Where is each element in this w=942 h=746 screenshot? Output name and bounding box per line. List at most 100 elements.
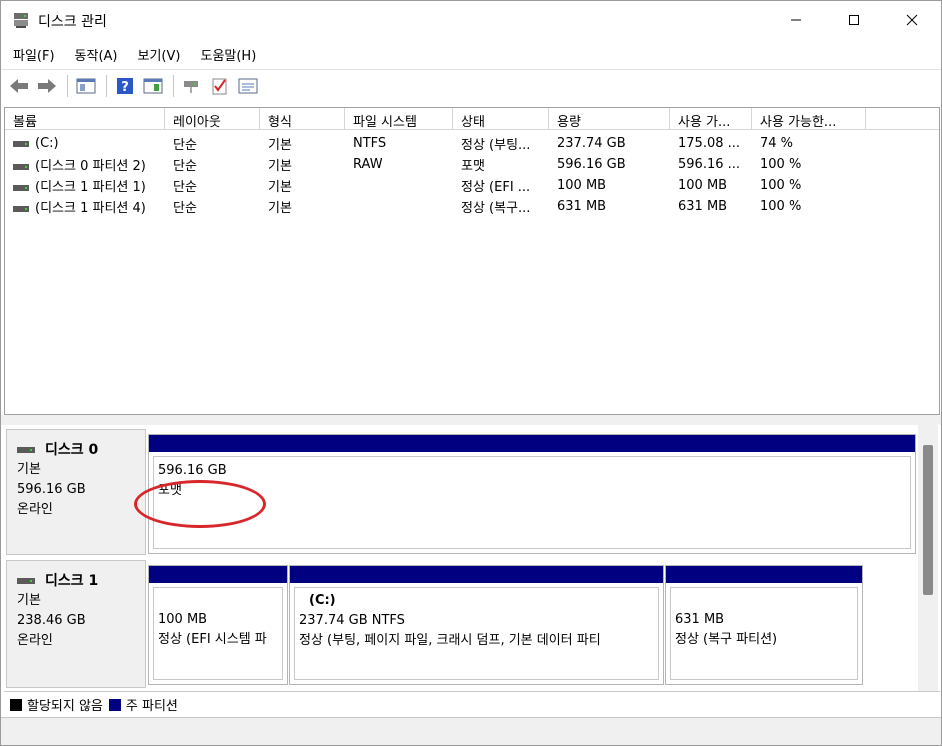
volume-capacity: 596.16 GB [557,157,626,172]
volume-filesystem: NTFS [353,136,387,151]
partition-size: 100 MB [158,612,208,627]
volume-list-button[interactable] [236,74,260,98]
volume-type: 기본 [268,180,292,195]
volume-free-space: 596.16 ... [678,157,741,172]
annotation-circle [134,480,266,528]
close-icon [906,14,918,26]
partition-title: (C:) [309,593,336,608]
properties-button[interactable] [141,74,165,98]
partition-size: 237.74 GB NTFS [299,613,405,628]
disk-0-label[interactable]: 디스크 0 기본 596.16 GB 온라인 [6,429,146,555]
status-bar [1,717,941,745]
disk-name: 디스크 1 [45,573,99,589]
window-title: 디스크 관리 [38,14,107,30]
maximize-button[interactable] [825,1,883,39]
partition-color-bar [149,435,915,452]
partition-status: 정상 (부팅, 페이지 파일, 크래시 덤프, 기본 데이터 파티 [299,633,601,648]
legend-swatch-unallocated [10,698,22,711]
disk-icon [17,578,35,584]
volume-percent-free: 100 % [760,199,802,214]
disk-type: 기본 [17,593,41,608]
disk-1-partition-efi[interactable]: 100 MB 정상 (EFI 시스템 파 [148,565,288,685]
check-disk-button[interactable] [208,74,232,98]
volume-capacity: 631 MB [557,199,607,214]
disk-1-partition-recovery[interactable]: 631 MB 정상 (복구 파티션) [665,565,863,685]
minimize-button[interactable] [767,1,825,39]
volume-icon [13,205,29,212]
volume-layout: 단순 [173,201,197,216]
volume-type: 기본 [268,138,292,153]
column-header-layout[interactable]: 레이아웃 [165,108,260,130]
volume-free-space: 100 MB [678,178,728,193]
disk-type: 기본 [17,462,41,477]
disk-size: 596.16 GB [17,482,86,497]
connect-disk-button[interactable] [180,74,204,98]
column-header-filesystem[interactable]: 파일 시스템 [345,108,453,130]
column-header-percent-free[interactable]: 사용 가능한... [752,108,866,130]
help-icon: ? [117,77,133,95]
column-header-status[interactable]: 상태 [453,108,549,130]
partition-status: 정상 (EFI 시스템 파 [158,632,267,647]
table-row[interactable]: (C:) 단순 기본 NTFS 정상 (부팅... 237.74 GB 175.… [5,133,939,154]
legend: 할당되지 않음 주 파티션 [4,691,940,717]
disk-status: 온라인 [17,502,53,517]
partition-size: 631 MB [675,612,725,627]
volume-list[interactable]: 볼륨 레이아웃 형식 파일 시스템 상태 용량 사용 가... 사용 가능한..… [4,107,940,415]
volume-layout: 단순 [173,138,197,153]
vertical-scrollbar[interactable] [918,425,938,691]
console-tree-button[interactable] [74,74,98,98]
disk-name: 디스크 0 [45,442,99,458]
volume-icon [13,184,29,191]
partition-color-bar [290,566,663,583]
volume-free-space: 631 MB [678,199,728,214]
close-button[interactable] [883,1,941,39]
column-header-capacity[interactable]: 용량 [549,108,670,130]
disk-1-label[interactable]: 디스크 1 기본 238.46 GB 온라인 [6,560,146,688]
volume-capacity: 237.74 GB [557,136,626,151]
toolbar-separator [173,74,174,97]
volume-name: (디스크 1 파티션 1) [35,180,146,195]
disk-management-window: 디스크 관리 파일(F) 동작(A) 보기(V) 도움말(H) ? 볼륨 레이아… [0,0,942,746]
column-header-free-space[interactable]: 사용 가... [670,108,752,130]
legend-label-primary: 주 파티션 [125,699,178,714]
toolbar-separator [67,74,68,97]
partition-status: 포맷 [158,483,182,498]
volume-rows: (C:) 단순 기본 NTFS 정상 (부팅... 237.74 GB 175.… [5,133,939,217]
table-row[interactable]: (디스크 1 파티션 4) 단순 기본 정상 (복구... 631 MB 631… [5,196,939,217]
menu-action[interactable]: 동작(A) [63,41,126,67]
disk-management-icon [14,13,28,28]
volume-status: 포맷 [461,159,485,174]
pane-splitter[interactable] [1,415,941,425]
disk-icon [17,447,35,453]
back-button[interactable] [7,74,31,98]
svg-text:?: ? [121,80,129,95]
partition-status: 정상 (복구 파티션) [675,632,778,647]
disk-1-partition-c[interactable]: (C:) 237.74 GB NTFS 정상 (부팅, 페이지 파일, 크래시 … [289,565,664,685]
menu-view[interactable]: 보기(V) [126,41,189,67]
table-row[interactable]: (디스크 0 파티션 2) 단순 기본 RAW 포맷 596.16 GB 596… [5,154,939,175]
volume-percent-free: 100 % [760,157,802,172]
forward-button[interactable] [35,74,59,98]
column-header-volume[interactable]: 볼륨 [5,108,165,130]
properties-icon [143,78,163,93]
menu-file[interactable]: 파일(F) [1,41,63,67]
volume-name: (C:) [35,136,59,151]
partition-size: 596.16 GB [158,463,227,478]
volume-list-header: 볼륨 레이아웃 형식 파일 시스템 상태 용량 사용 가... 사용 가능한..… [5,108,939,130]
disk-0-partition-raw[interactable]: 596.16 GB 포맷 [148,434,916,554]
column-header-type[interactable]: 형식 [260,108,345,130]
legend-swatch-primary [108,698,121,711]
menu-bar: 파일(F) 동작(A) 보기(V) 도움말(H) [1,41,941,67]
scrollbar-thumb[interactable] [923,445,933,595]
disk-graphical-view: 디스크 0 기본 596.16 GB 온라인 596.16 GB 포맷 디스크 … [4,425,940,691]
maximize-icon [849,15,859,25]
table-row[interactable]: (디스크 1 파티션 1) 단순 기본 정상 (EFI ... 100 MB 1… [5,175,939,196]
toolbar: ? [1,69,941,101]
disk-status: 온라인 [17,633,53,648]
volume-icon [13,163,29,170]
disk-size: 238.46 GB [17,613,86,628]
help-button[interactable]: ? [113,74,137,98]
menu-help[interactable]: 도움말(H) [188,41,264,67]
title-bar[interactable]: 디스크 관리 [1,1,941,39]
partition-color-bar [666,566,862,583]
